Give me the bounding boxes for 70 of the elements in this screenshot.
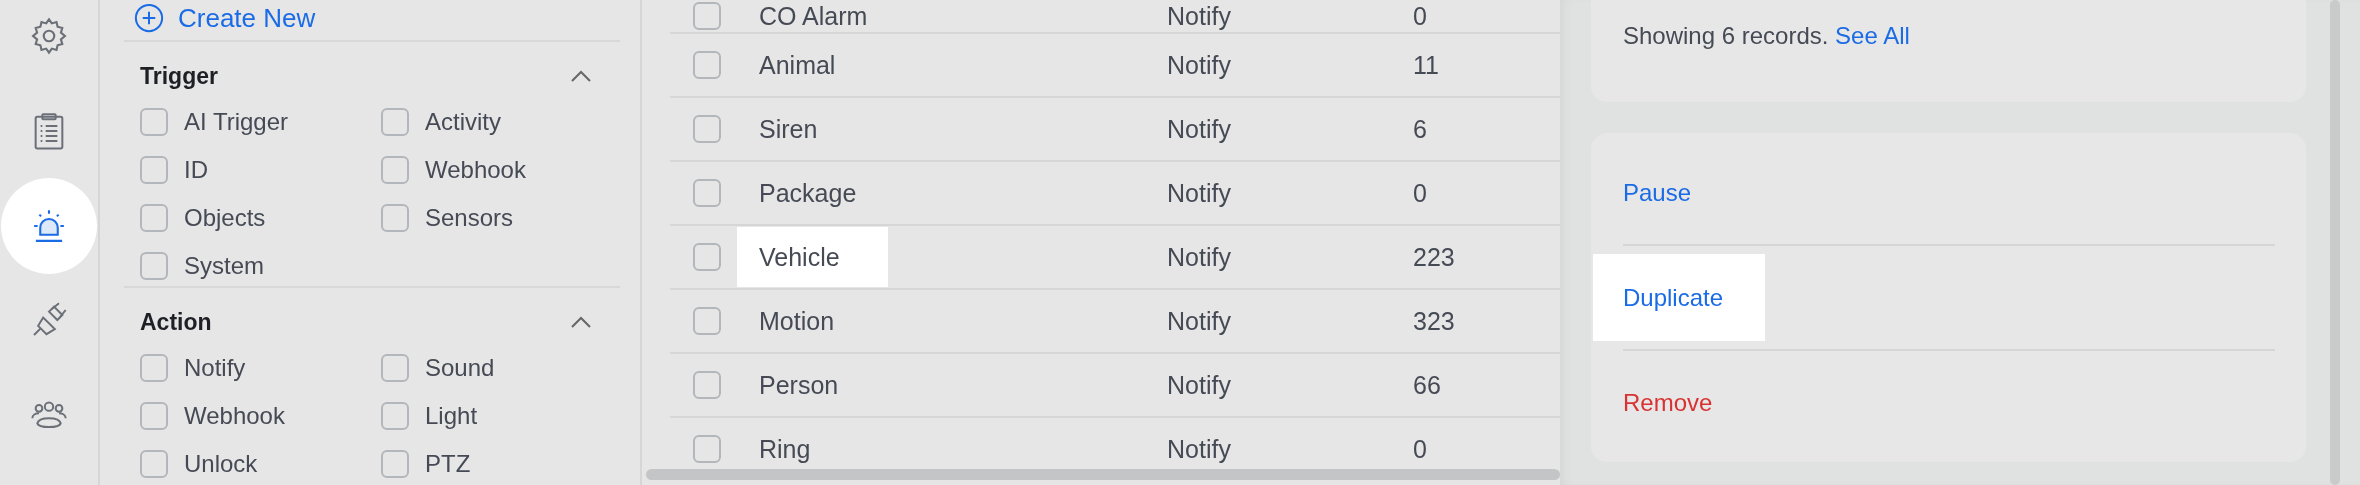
see-all-link[interactable]: See All [1835, 22, 1910, 49]
checkbox[interactable] [381, 204, 409, 232]
option-label: Sensors [425, 204, 514, 232]
table-cell-text: Notify [1167, 369, 1232, 401]
option-label: Activity [425, 108, 501, 136]
option-label: System [184, 252, 264, 280]
checkbox[interactable] [140, 354, 168, 382]
checkbox[interactable] [140, 204, 168, 232]
table-cell-text: 11 [1413, 49, 1440, 81]
table-cell-text: 223 [1413, 241, 1456, 273]
checkbox[interactable] [381, 156, 409, 184]
table-cell-text: Notify [1167, 0, 1232, 32]
option-label: Webhook [425, 156, 526, 184]
table-cell-text: Motion [758, 305, 836, 337]
table-cell-text: Animal [758, 49, 837, 81]
row-checkbox[interactable] [693, 51, 721, 79]
table-cell-text: Notify [1167, 433, 1232, 465]
table-cell-text: 66 [1413, 369, 1442, 401]
table-cell-text: Notify [1167, 177, 1232, 209]
option-label: Webhook [184, 402, 285, 430]
checkbox[interactable] [381, 108, 409, 136]
row-checkbox[interactable] [693, 2, 721, 30]
table-cell-text: CO Alarm [758, 0, 869, 32]
row-checkbox[interactable] [693, 243, 721, 271]
option-label: AI Trigger [184, 108, 289, 136]
create-new-button[interactable]: Create New [124, 0, 316, 36]
action-link[interactable]: Duplicate [1593, 254, 1766, 341]
chevron-icon[interactable] [570, 315, 592, 329]
table-cell-text: 0 [1413, 433, 1428, 465]
table-cell-text: Package [758, 177, 858, 209]
table-cell-text: 323 [1413, 305, 1456, 337]
table-cell-text: 0 [1413, 0, 1428, 32]
table-cell: Vehicle [737, 227, 888, 287]
option-label: Notify [184, 354, 246, 382]
option-label: Unlock [184, 450, 258, 478]
action-link[interactable]: Pause [1593, 149, 1734, 236]
option-label: ID [184, 156, 208, 184]
row-checkbox[interactable] [693, 371, 721, 399]
records-summary: Showing 6 records. See All [1623, 22, 1911, 50]
table-cell-text: Person [758, 369, 840, 401]
table-cell-text: Notify [1167, 113, 1232, 145]
table-cell-text: Notify [1167, 49, 1232, 81]
row-checkbox[interactable] [693, 435, 721, 463]
plus-circle-icon [134, 3, 164, 33]
option-label: Objects [184, 204, 266, 232]
remove-action[interactable]: Remove [1593, 359, 1755, 446]
checkbox[interactable] [140, 156, 168, 184]
row-checkbox[interactable] [693, 115, 721, 143]
checkbox[interactable] [140, 450, 168, 478]
option-label: Light [425, 402, 478, 430]
checkbox[interactable] [140, 108, 168, 136]
checkbox[interactable] [381, 402, 409, 430]
table-cell-text: 0 [1413, 177, 1428, 209]
table-cell-text: Siren [758, 113, 819, 145]
row-checkbox[interactable] [693, 179, 721, 207]
option-label: Sound [425, 354, 495, 382]
option-label: PTZ [425, 450, 471, 478]
chevron-icon[interactable] [570, 69, 592, 83]
table-cell-text: 6 [1413, 113, 1428, 145]
checkbox[interactable] [140, 402, 168, 430]
checkbox[interactable] [381, 354, 409, 382]
checkbox[interactable] [140, 252, 168, 280]
table-cell-text: Notify [1167, 241, 1232, 273]
section-title: Action [140, 308, 212, 336]
table-cell-text: Notify [1167, 305, 1232, 337]
checkbox[interactable] [381, 450, 409, 478]
row-checkbox[interactable] [693, 307, 721, 335]
table-cell-text: Ring [758, 433, 812, 465]
scrollbar[interactable] [646, 469, 1560, 480]
section-title: Trigger [140, 62, 218, 90]
